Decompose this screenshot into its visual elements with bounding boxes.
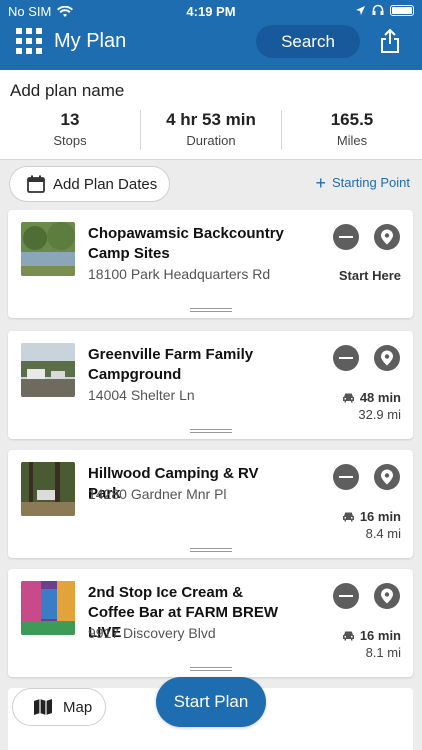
drive-info: 48 min 32.9 mi (342, 390, 401, 422)
stop-title: Chopawamsic Backcountry Camp Sites (88, 225, 284, 262)
drive-distance: 8.1 mi (365, 645, 401, 660)
top-bar: No SIM 4:19 PM My Plan Search (0, 0, 422, 70)
car-icon (342, 631, 354, 641)
stop-photo (21, 462, 75, 516)
remove-stop-button[interactable] (333, 464, 359, 490)
stop-card[interactable]: 2nd Stop Ice Cream & Coffee Bar at FARM … (8, 569, 413, 677)
stop-address: 18100 Park Headquarters Rd (88, 266, 271, 282)
map-button[interactable]: Map (12, 688, 106, 726)
drag-handle-icon[interactable] (190, 429, 232, 433)
plan-header: Add plan name 13 Stops 4 hr 53 min Durat… (0, 70, 422, 160)
location-arrow-icon (356, 5, 365, 15)
add-plan-dates-label: Add Plan Dates (53, 175, 158, 193)
stat-label: Duration (186, 133, 236, 148)
drive-info: 16 min 8.1 mi (342, 628, 401, 660)
nav-bar: My Plan Search (0, 22, 422, 66)
stop-photo (21, 222, 75, 276)
map-label: Map (63, 698, 93, 716)
drag-handle-icon[interactable] (190, 308, 232, 312)
stat-value: 13 (60, 110, 80, 129)
stop-card[interactable]: Greenville Farm Family Campground 14004 … (8, 331, 413, 439)
add-plan-dates-button[interactable]: Add Plan Dates (9, 166, 170, 202)
battery-icon (390, 4, 414, 16)
plan-name-field[interactable]: Add plan name (10, 81, 124, 101)
stat-value: 165.5 (330, 110, 374, 129)
stop-photo (21, 343, 75, 397)
drive-time: 16 min (359, 628, 401, 643)
stat-stops: 13 Stops (0, 110, 140, 150)
remove-stop-button[interactable] (333, 583, 359, 609)
calendar-icon (27, 175, 45, 193)
stop-card[interactable]: Chopawamsic Backcountry Camp Sites 18100… (8, 210, 413, 318)
map-icon (34, 699, 52, 715)
stop-card[interactable]: Hillwood Camping & RV Park 14280 Gardner… (8, 450, 413, 558)
car-icon (342, 393, 354, 403)
map-pin-icon[interactable] (374, 464, 400, 490)
stat-miles: 165.5 Miles (281, 110, 422, 150)
start-here-label: Start Here (338, 268, 401, 283)
page-title: My Plan (54, 30, 127, 52)
map-pin-icon[interactable] (374, 345, 400, 371)
remove-stop-button[interactable] (333, 345, 359, 371)
stop-address: 14280 Gardner Mnr Pl (88, 486, 227, 502)
drag-handle-icon[interactable] (190, 548, 232, 552)
plus-icon: + (315, 172, 326, 193)
stat-label: Stops (53, 133, 87, 148)
stat-label: Miles (336, 133, 368, 148)
drive-distance: 8.4 mi (365, 526, 401, 541)
share-icon[interactable] (378, 28, 402, 54)
drive-info: 16 min 8.4 mi (342, 509, 401, 541)
map-pin-icon[interactable] (374, 583, 400, 609)
stop-address: 14004 Shelter Ln (88, 387, 195, 403)
stop-title: Greenville Farm Family Campground (88, 346, 254, 383)
start-plan-button[interactable]: Start Plan (156, 677, 266, 727)
starting-point-button[interactable]: + Starting Point (315, 172, 410, 193)
stat-value: 4 hr 53 min (166, 110, 256, 129)
drive-time: 16 min (359, 509, 401, 524)
menu-grid-icon[interactable] (16, 28, 42, 54)
search-button[interactable]: Search (256, 25, 360, 58)
status-bar: No SIM 4:19 PM (0, 0, 422, 22)
drive-distance: 32.9 mi (358, 407, 401, 422)
car-icon (342, 512, 354, 522)
stop-address: 9917 Discovery Blvd (88, 625, 216, 641)
stop-photo (21, 581, 75, 635)
drive-time: 48 min (359, 390, 401, 405)
drag-handle-icon[interactable] (190, 667, 232, 671)
remove-stop-button[interactable] (333, 224, 359, 250)
starting-point-label: Starting Point (331, 175, 410, 190)
map-pin-icon[interactable] (374, 224, 400, 250)
plan-stats: 13 Stops 4 hr 53 min Duration 165.5 Mile… (0, 110, 422, 150)
stat-duration: 4 hr 53 min Duration (140, 110, 281, 150)
headphones-icon (372, 4, 384, 15)
